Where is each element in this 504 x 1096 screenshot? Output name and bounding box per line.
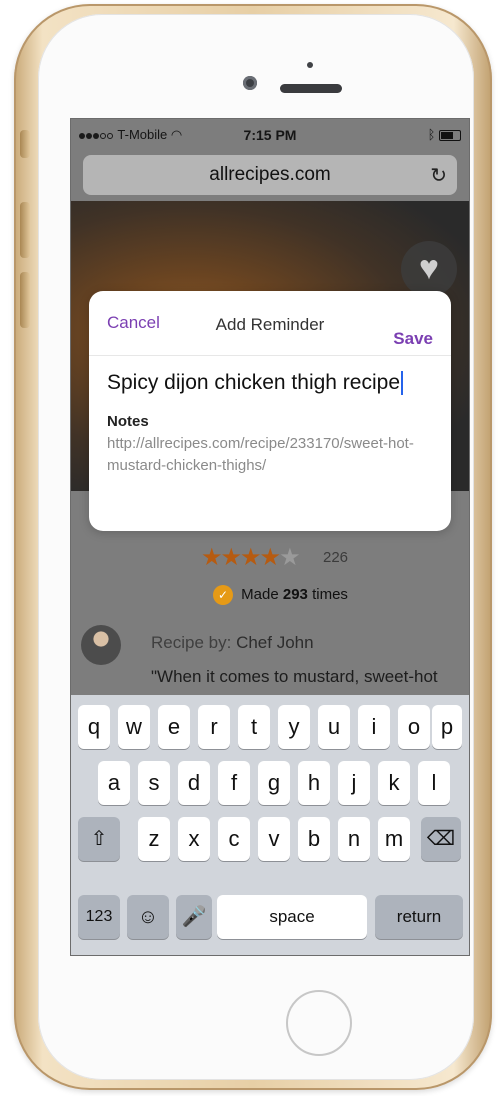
- recipe-quote: "When it comes to mustard, sweet-hot: [151, 667, 438, 686]
- key-k[interactable]: k: [378, 761, 410, 805]
- key-h[interactable]: h: [298, 761, 330, 805]
- notes-field[interactable]: http://allrecipes.com/recipe/233170/swee…: [107, 433, 437, 477]
- text-caret: [401, 371, 403, 396]
- volume-up-button: [20, 202, 30, 258]
- key-g[interactable]: g: [258, 761, 290, 805]
- keyboard: q w e r t y u i o p a s d f g h j k l ⇧ …: [71, 695, 469, 955]
- key-y[interactable]: y: [278, 705, 310, 749]
- address-bar[interactable]: allrecipes.com ↻: [83, 155, 457, 195]
- bluetooth-icon: ᛒ: [427, 127, 436, 142]
- backspace-icon: ⌫: [426, 828, 456, 850]
- key-d[interactable]: d: [178, 761, 210, 805]
- screen: T-Mobile ◠ 7:15 PM ᛒ allrecipes.com ↻ ♥ …: [70, 118, 470, 956]
- made-it-icon: ✓: [213, 585, 233, 605]
- recipe-byline: Recipe by: Chef John: [151, 633, 314, 653]
- key-v[interactable]: v: [258, 817, 290, 861]
- shift-key[interactable]: ⇧: [78, 817, 120, 861]
- key-j[interactable]: j: [338, 761, 370, 805]
- reminder-title-text: Spicy dijon chicken thigh recipe: [107, 371, 400, 394]
- add-reminder-dialog: Cancel Add Reminder Save Spicy dijon chi…: [89, 291, 451, 531]
- key-b[interactable]: b: [298, 817, 330, 861]
- star-rating[interactable]: ★★★★★: [201, 543, 301, 572]
- star-icon: ★★★★: [201, 544, 281, 571]
- recipe-by-label: Recipe by:: [151, 633, 232, 652]
- status-time: 7:15 PM: [243, 127, 297, 143]
- emoji-key[interactable]: ☺: [127, 895, 169, 939]
- space-key[interactable]: space: [217, 895, 367, 939]
- key-a[interactable]: a: [98, 761, 130, 805]
- key-s[interactable]: s: [138, 761, 170, 805]
- favorite-heart-icon[interactable]: ♥: [401, 241, 457, 297]
- made-it-count: ✓ Made 293 times: [213, 585, 348, 605]
- key-p[interactable]: p: [432, 705, 462, 749]
- front-camera: [243, 76, 257, 90]
- key-x[interactable]: x: [178, 817, 210, 861]
- dictation-key[interactable]: 🎤: [176, 895, 212, 939]
- volume-down-button: [20, 272, 30, 328]
- author-name[interactable]: Chef John: [236, 633, 314, 652]
- notes-label: Notes: [107, 413, 149, 430]
- microphone-icon: 🎤: [181, 906, 207, 928]
- key-l[interactable]: l: [418, 761, 450, 805]
- made-number: 293: [282, 585, 308, 603]
- rating-count: 226: [323, 549, 349, 566]
- shift-icon: ⇧: [90, 828, 108, 850]
- key-q[interactable]: q: [78, 705, 110, 749]
- numbers-key[interactable]: 123: [78, 895, 120, 939]
- key-r[interactable]: r: [198, 705, 230, 749]
- half-star-icon: ★: [279, 544, 300, 571]
- key-f[interactable]: f: [218, 761, 250, 805]
- earpiece-speaker: [280, 84, 342, 93]
- key-o[interactable]: o: [398, 705, 430, 749]
- made-suffix: times: [312, 585, 348, 603]
- key-m[interactable]: m: [378, 817, 410, 861]
- sensor-dot: [307, 62, 313, 68]
- dialog-divider: [89, 355, 451, 356]
- key-i[interactable]: i: [358, 705, 390, 749]
- key-n[interactable]: n: [338, 817, 370, 861]
- url-text: allrecipes.com: [209, 164, 331, 185]
- save-button[interactable]: Save: [393, 329, 433, 349]
- key-z[interactable]: z: [138, 817, 170, 861]
- emoji-icon: ☺: [137, 906, 159, 928]
- key-w[interactable]: w: [118, 705, 150, 749]
- reminder-title-input[interactable]: Spicy dijon chicken thigh recipe: [107, 371, 403, 396]
- author-avatar[interactable]: [81, 625, 121, 665]
- delete-key[interactable]: ⌫: [421, 817, 461, 861]
- key-t[interactable]: t: [238, 705, 270, 749]
- status-right: ᛒ: [428, 127, 461, 142]
- made-prefix: Made: [241, 585, 279, 603]
- key-c[interactable]: c: [218, 817, 250, 861]
- status-bar: T-Mobile ◠ 7:15 PM ᛒ: [71, 119, 469, 147]
- reload-icon[interactable]: ↻: [430, 163, 447, 188]
- home-button[interactable]: [286, 990, 352, 1056]
- key-e[interactable]: e: [158, 705, 190, 749]
- battery-icon: [439, 130, 461, 142]
- return-key[interactable]: return: [375, 895, 463, 939]
- mute-switch: [20, 130, 30, 158]
- key-u[interactable]: u: [318, 705, 350, 749]
